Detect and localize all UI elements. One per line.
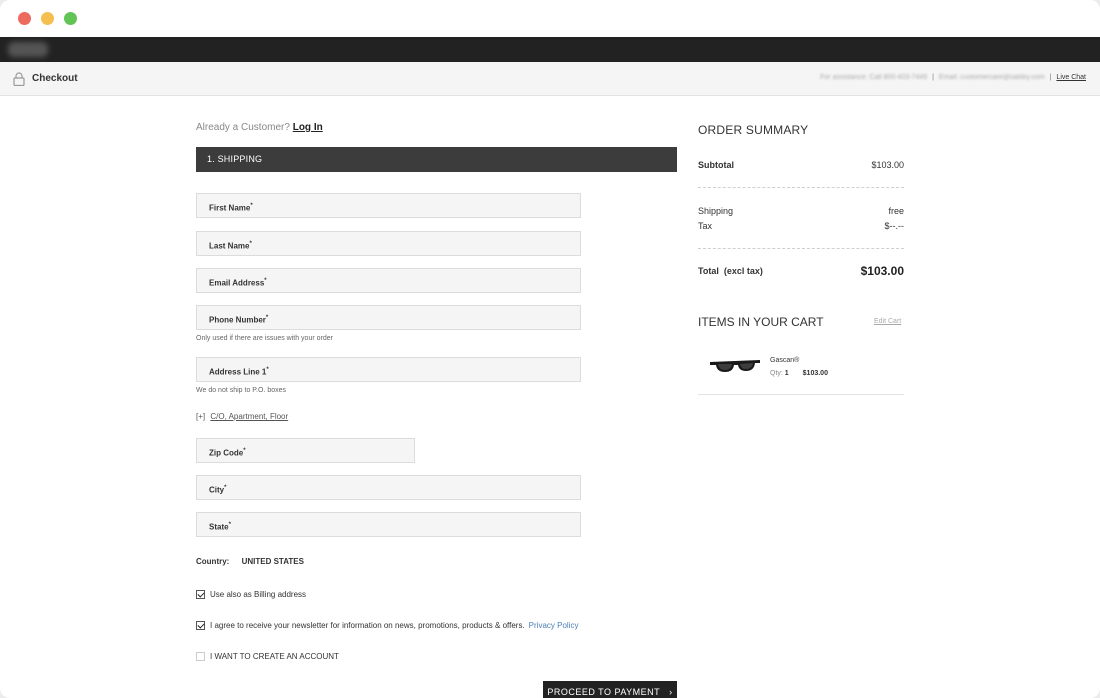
tax-label: Tax: [698, 221, 713, 231]
proceed-to-payment-button[interactable]: PROCEED TO PAYMENT ›: [543, 681, 677, 698]
expand-icon: [+]: [196, 412, 206, 421]
assistance-info: For assistance: Call 800-403-7449 | Emai…: [820, 74, 1086, 81]
country-label: Country:: [196, 557, 230, 566]
assistance-email-label: Email:: [938, 74, 959, 81]
edit-cart-link[interactable]: Edit Cart: [874, 318, 901, 325]
create-account-label: I WANT TO CREATE AN ACCOUNT: [210, 652, 339, 661]
subtotal-row: Subtotal $103.00: [698, 160, 904, 170]
minimize-window-button[interactable]: [41, 12, 54, 25]
shipping-row: Shipping free: [698, 206, 904, 216]
zip-code-field[interactable]: Zip Code*: [196, 438, 415, 463]
address-line-1-field[interactable]: Address Line 1*: [196, 357, 581, 382]
last-name-field[interactable]: Last Name*: [196, 231, 581, 256]
privacy-policy-link[interactable]: Privacy Policy: [529, 621, 579, 630]
chevron-right-icon: ›: [669, 687, 673, 697]
state-field[interactable]: State*: [196, 512, 581, 537]
product-name[interactable]: Gascan®: [770, 357, 799, 364]
total-row: Total (excl tax) $103.00: [698, 264, 904, 278]
assistance-phone: For assistance: Call 800-403-7449: [820, 74, 928, 81]
cart-divider: [698, 394, 904, 395]
phone-hint: Only used if there are issues with your …: [196, 335, 333, 342]
create-account-checkbox[interactable]: [196, 652, 205, 661]
billing-checkbox-row[interactable]: Use also as Billing address: [196, 590, 306, 599]
close-window-button[interactable]: [18, 12, 31, 25]
order-summary-title: ORDER SUMMARY: [698, 123, 809, 137]
product-qty-value: 1: [784, 370, 789, 377]
newsletter-label: I agree to receive your newsletter for i…: [210, 621, 525, 630]
city-label: City: [209, 485, 225, 495]
browser-window: Checkout For assistance: Call 800-403-74…: [0, 0, 1100, 698]
lock-icon: [13, 72, 25, 86]
co-apartment-toggle[interactable]: [+] C/O, Apartment, Floor: [196, 412, 288, 421]
city-field[interactable]: City*: [196, 475, 581, 500]
summary-divider: [698, 248, 904, 249]
zip-code-label: Zip Code: [209, 448, 244, 458]
product-price: $103.00: [802, 370, 828, 377]
country-display: Country: UNITED STATES: [196, 557, 304, 566]
phone-field[interactable]: Phone Number*: [196, 305, 581, 330]
last-name-label: Last Name: [209, 241, 250, 251]
site-logo[interactable]: [8, 42, 48, 57]
address-hint: We do not ship to P.O. boxes: [196, 387, 287, 394]
assistance-email[interactable]: customercare@oakley.com: [960, 74, 1044, 81]
billing-checkbox[interactable]: [196, 590, 205, 599]
product-image[interactable]: [708, 355, 762, 377]
total-label: Total (excl tax): [698, 266, 763, 276]
checkout-bar: Checkout For assistance: Call 800-403-74…: [0, 62, 1100, 96]
summary-divider: [698, 187, 904, 188]
title-bar: [0, 0, 1100, 37]
total-value: $103.00: [860, 264, 904, 278]
co-apartment-link[interactable]: C/O, Apartment, Floor: [210, 412, 288, 421]
tax-value: $--.--: [884, 221, 905, 231]
billing-label: Use also as Billing address: [210, 590, 307, 599]
phone-label: Phone Number: [209, 315, 266, 325]
login-prompt: Already a Customer? Log In: [196, 122, 323, 133]
product-qty-label: Qty:: [770, 370, 783, 377]
country-value: UNITED STATES: [241, 557, 304, 566]
cart-title: ITEMS IN YOUR CART: [698, 315, 824, 329]
email-label: Email Address: [209, 278, 265, 288]
shipping-label: Shipping: [698, 206, 734, 216]
login-prompt-text: Already a Customer?: [196, 122, 290, 133]
login-link[interactable]: Log In: [293, 122, 323, 133]
tax-row: Tax $--.--: [698, 221, 904, 231]
first-name-label: First Name: [209, 203, 251, 213]
create-account-checkbox-row[interactable]: I WANT TO CREATE AN ACCOUNT: [196, 652, 339, 661]
proceed-label: PROCEED TO PAYMENT: [547, 687, 661, 697]
site-header: [0, 37, 1100, 62]
subtotal-value: $103.00: [871, 160, 904, 170]
shipping-value: free: [888, 206, 904, 216]
address-line-1-label: Address Line 1: [209, 367, 267, 377]
first-name-field[interactable]: First Name*: [196, 193, 581, 218]
newsletter-checkbox-row[interactable]: I agree to receive your newsletter for i…: [196, 621, 578, 630]
product-qty: Qty: 1 $103.00: [770, 370, 828, 377]
shipping-section-header: 1. SHIPPING: [196, 147, 677, 172]
checkout-title: Checkout: [32, 73, 78, 84]
newsletter-checkbox[interactable]: [196, 621, 205, 630]
live-chat-link[interactable]: Live Chat: [1056, 74, 1086, 81]
maximize-window-button[interactable]: [64, 12, 77, 25]
email-field[interactable]: Email Address*: [196, 268, 581, 293]
state-label: State: [209, 522, 229, 532]
subtotal-label: Subtotal: [698, 160, 734, 170]
